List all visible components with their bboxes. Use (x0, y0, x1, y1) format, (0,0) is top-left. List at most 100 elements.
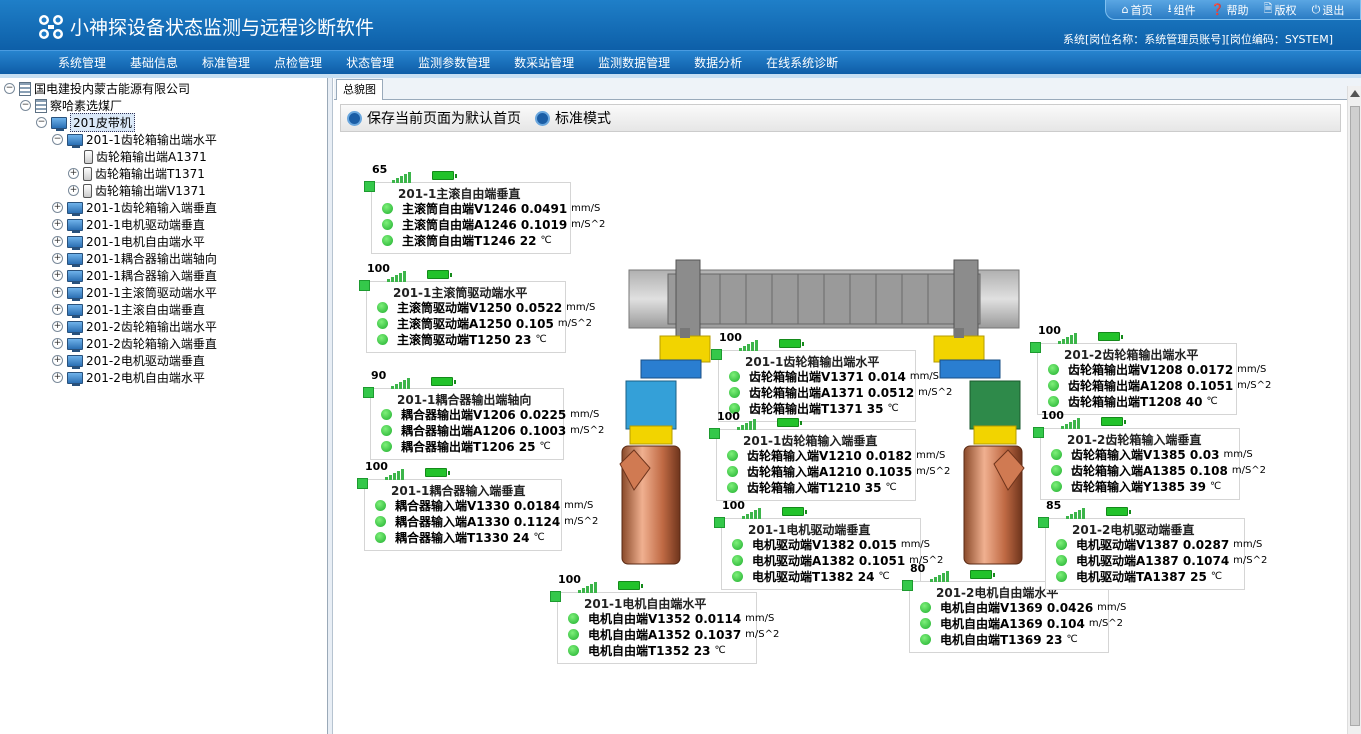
collapse-toggle-icon[interactable]: − (52, 134, 63, 145)
measure-row[interactable]: 齿轮箱输出端A1371 0.0512 m/S^2 (729, 384, 952, 400)
tree-node-sensor[interactable]: + 齿轮箱输出端T1371 (68, 165, 205, 182)
measure-row[interactable]: 齿轮箱输出端T1371 35 ℃ (729, 400, 899, 416)
measure-row[interactable]: 齿轮箱输入端T1210 35 ℃ (727, 479, 897, 495)
measure-row[interactable]: 电机驱动端TA1387 25 ℃ (1056, 568, 1222, 584)
scroll-thumb[interactable] (1350, 106, 1360, 726)
measure-row[interactable]: 主滚筒自由端V1246 0.0491 mm/S (382, 200, 600, 216)
tree-node-group[interactable]: +201-2电机驱动端垂直 (52, 352, 205, 369)
monitor-card[interactable]: 65 201-1主滚自由端垂直 主滚筒自由端V1246 0.0491 mm/S 主滚筒自… (364, 163, 605, 254)
menu-item-monitor-data[interactable]: 监测数据管理 (586, 54, 682, 71)
help-link[interactable]: ❓ 帮助 (1211, 2, 1249, 18)
measure-row[interactable]: 耦合器输出端A1206 0.1003 m/S^2 (381, 422, 604, 438)
measure-row[interactable]: 电机自由端T1352 23 ℃ (568, 642, 726, 658)
measure-row[interactable]: 耦合器输入端T1330 24 ℃ (375, 529, 545, 545)
monitor-card[interactable]: 100 201-2齿轮箱输入端垂直 齿轮箱输入端V1385 0.03 mm/S 齿轮箱输… (1033, 409, 1266, 500)
monitor-card[interactable]: 100 201-1齿轮箱输出端水平 齿轮箱输出端V1371 0.014 mm/S 齿轮箱… (711, 331, 952, 422)
panel-splitter[interactable] (328, 78, 333, 734)
menu-item-stations[interactable]: 数采站管理 (502, 54, 586, 71)
expand-toggle-icon[interactable]: + (52, 287, 63, 298)
tree-node-group[interactable]: +201-1主滚自由端垂直 (52, 301, 205, 318)
measure-row[interactable]: 电机自由端A1369 0.104 m/S^2 (920, 615, 1123, 631)
collapse-toggle-icon[interactable]: − (36, 117, 47, 128)
measure-row[interactable]: 耦合器输出端V1206 0.0225 mm/S (381, 406, 599, 422)
monitor-card[interactable]: 100 201-1电机驱动端垂直 电机驱动端V1382 0.015 mm/S 电机驱动端… (714, 499, 943, 590)
menu-item-monitor-params[interactable]: 监测参数管理 (406, 54, 502, 71)
measure-row[interactable]: 齿轮箱输出端V1208 0.0172 mm/S (1048, 361, 1266, 377)
tree-node-plant[interactable]: − 察哈素选煤厂 (20, 97, 122, 114)
measure-row[interactable]: 齿轮箱输入端V1210 0.0182 mm/S (727, 447, 945, 463)
collapse-toggle-icon[interactable]: − (20, 100, 31, 111)
tree-node-group[interactable]: +201-1耦合器输出端轴向 (52, 250, 217, 267)
measure-row[interactable]: 耦合器输出端T1206 25 ℃ (381, 438, 551, 454)
tree-node-group[interactable]: −201-1齿轮箱输出端水平 (52, 131, 217, 148)
menu-item-analysis[interactable]: 数据分析 (682, 54, 754, 71)
tree-node-group[interactable]: +201-1主滚筒驱动端水平 (52, 284, 217, 301)
monitor-card[interactable]: 100 201-1主滚筒驱动端水平 主滚筒驱动端V1250 0.0522 mm/S 主滚… (359, 262, 595, 353)
copyright-link[interactable]: 🗎 版权 (1264, 0, 1297, 19)
expand-toggle-icon[interactable]: + (52, 270, 63, 281)
expand-toggle-icon[interactable]: + (68, 185, 79, 196)
expand-toggle-icon[interactable]: + (68, 168, 79, 179)
menu-item-basic-info[interactable]: 基础信息 (118, 54, 190, 71)
menu-item-status[interactable]: 状态管理 (334, 54, 406, 71)
tree-node-sensor[interactable]: 齿轮箱输出端A1371 (84, 148, 207, 165)
monitor-card[interactable]: 100 201-1耦合器输入端垂直 耦合器输入端V1330 0.0184 mm/S 耦合… (357, 460, 598, 551)
measure-row[interactable]: 电机自由端A1352 0.1037 m/S^2 (568, 626, 779, 642)
tree-node-group[interactable]: +201-2电机自由端水平 (52, 369, 205, 386)
monitor-card[interactable]: 80 201-2电机自由端水平 电机自由端V1369 0.0426 mm/S 电机自由端… (902, 562, 1126, 653)
menu-item-online-diagnosis[interactable]: 在线系统诊断 (754, 54, 850, 71)
monitor-card[interactable]: 100 201-2齿轮箱输出端水平 齿轮箱输出端V1208 0.0172 mm/S 齿轮… (1030, 324, 1271, 415)
monitor-card[interactable]: 85 201-2电机驱动端垂直 电机驱动端V1387 0.0287 mm/S 电机驱动端… (1038, 499, 1267, 590)
expand-toggle-icon[interactable]: + (52, 219, 63, 230)
tree-node-group[interactable]: +201-2齿轮箱输出端水平 (52, 318, 217, 335)
measure-row[interactable]: 齿轮箱输出端A1208 0.1051 m/S^2 (1048, 377, 1271, 393)
measure-row[interactable]: 齿轮箱输入端V1385 0.03 mm/S (1051, 446, 1253, 462)
menu-item-system[interactable]: 系统管理 (46, 54, 118, 71)
measure-row[interactable]: 电机自由端T1369 23 ℃ (920, 631, 1078, 647)
measure-row[interactable]: 主滚筒驱动端T1250 23 ℃ (377, 331, 547, 347)
expand-toggle-icon[interactable]: + (52, 304, 63, 315)
vertical-scrollbar[interactable] (1347, 86, 1361, 734)
expand-toggle-icon[interactable]: + (52, 372, 63, 383)
measure-row[interactable]: 齿轮箱输出端T1208 40 ℃ (1048, 393, 1218, 409)
measure-row[interactable]: 电机驱动端V1387 0.0287 mm/S (1056, 536, 1262, 552)
monitor-card[interactable]: 100 201-1齿轮箱输入端垂直 齿轮箱输入端V1210 0.0182 mm/S 齿轮… (709, 410, 950, 501)
tree-node-sensor[interactable]: + 齿轮箱输出端V1371 (68, 182, 206, 199)
measure-row[interactable]: 耦合器输入端V1330 0.0184 mm/S (375, 497, 593, 513)
measure-row[interactable]: 电机驱动端V1382 0.015 mm/S (732, 536, 930, 552)
scroll-up-arrow-icon[interactable] (1350, 90, 1360, 97)
menu-item-inspection[interactable]: 点检管理 (262, 54, 334, 71)
expand-toggle-icon[interactable]: + (52, 202, 63, 213)
measure-row[interactable]: 齿轮箱输入端A1385 0.108 m/S^2 (1051, 462, 1266, 478)
components-link[interactable]: ⭳ 组件 (1168, 0, 1196, 19)
expand-toggle-icon[interactable]: + (52, 236, 63, 247)
measure-row[interactable]: 电机自由端V1369 0.0426 mm/S (920, 599, 1126, 615)
measure-row[interactable]: 主滚筒自由端A1246 0.1019 m/S^2 (382, 216, 605, 232)
collapse-toggle-icon[interactable]: − (4, 83, 15, 94)
tree-node-group[interactable]: +201-2齿轮箱输入端垂直 (52, 335, 217, 352)
measure-row[interactable]: 齿轮箱输出端V1371 0.014 mm/S (729, 368, 939, 384)
expand-toggle-icon[interactable]: + (52, 355, 63, 366)
tree-node-group[interactable]: +201-1耦合器输入端垂直 (52, 267, 217, 284)
expand-toggle-icon[interactable]: + (52, 338, 63, 349)
measure-row[interactable]: 电机驱动端A1387 0.1074 m/S^2 (1056, 552, 1267, 568)
monitor-card[interactable]: 90 201-1耦合器输出端轴向 耦合器输出端V1206 0.0225 mm/S 耦合器… (363, 369, 604, 460)
expand-toggle-icon[interactable]: + (52, 321, 63, 332)
home-link[interactable]: ⌂ 首页 (1122, 2, 1153, 18)
measure-row[interactable]: 齿轮箱输入端Y1385 39 ℃ (1051, 478, 1221, 494)
monitor-card[interactable]: 100 201-1电机自由端水平 电机自由端V1352 0.0114 mm/S 电机自由… (550, 573, 779, 664)
measure-row[interactable]: 耦合器输入端A1330 0.1124 m/S^2 (375, 513, 598, 529)
measure-row[interactable]: 主滚筒自由端T1246 22 ℃ (382, 232, 552, 248)
tree-node-group[interactable]: +201-1电机驱动端垂直 (52, 216, 205, 233)
logout-link[interactable]: ⏻ 退出 (1312, 2, 1345, 18)
tree-node-machine[interactable]: −201皮带机 (36, 113, 135, 132)
tree-node-company[interactable]: − 国电建投内蒙古能源有限公司 (4, 80, 190, 97)
tree-node-group[interactable]: +201-1电机自由端水平 (52, 233, 205, 250)
measure-row[interactable]: 电机自由端V1352 0.0114 mm/S (568, 610, 774, 626)
expand-toggle-icon[interactable]: + (52, 253, 63, 264)
menu-item-standards[interactable]: 标准管理 (190, 54, 262, 71)
measure-row[interactable]: 主滚筒驱动端A1250 0.105 m/S^2 (377, 315, 592, 331)
measure-row[interactable]: 齿轮箱输入端A1210 0.1035 m/S^2 (727, 463, 950, 479)
measure-row[interactable]: 主滚筒驱动端V1250 0.0522 mm/S (377, 299, 595, 315)
measure-row[interactable]: 电机驱动端T1382 24 ℃ (732, 568, 890, 584)
